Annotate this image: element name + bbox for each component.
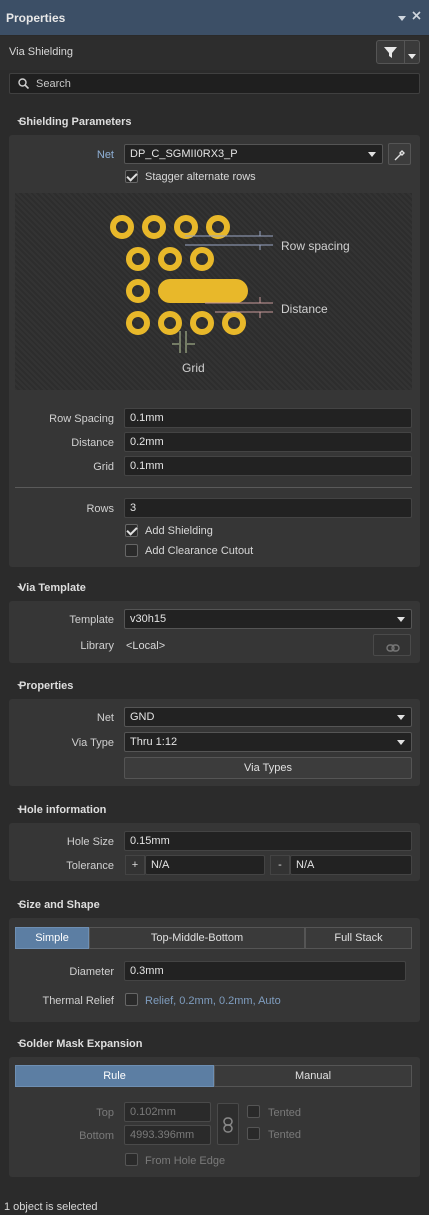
shielding-diagram: Row spacing Distance Grid bbox=[15, 193, 412, 390]
chain-link-icon bbox=[223, 1117, 233, 1136]
template-label: Template bbox=[69, 614, 114, 626]
tented-top-checkbox bbox=[247, 1105, 260, 1118]
dropdown-icon[interactable] bbox=[398, 13, 406, 25]
grid-caption: Grid bbox=[182, 361, 205, 375]
minus-tolerance-prefix: - bbox=[270, 855, 290, 875]
stagger-checkbox[interactable] bbox=[125, 170, 138, 183]
from-hole-edge-label: From Hole Edge bbox=[145, 1155, 226, 1167]
net-dropdown[interactable]: DP_C_SGMII0RX3_P bbox=[124, 144, 383, 164]
title-bar: Properties bbox=[0, 0, 429, 36]
distance-field[interactable]: 0.2mm bbox=[124, 432, 412, 452]
template-dropdown[interactable]: v30h15 bbox=[124, 609, 412, 629]
section-hole-information[interactable]: Hole information bbox=[16, 804, 106, 816]
section-size-and-shape[interactable]: Size and Shape bbox=[17, 899, 100, 911]
tolerance-plus-field[interactable]: N/A bbox=[145, 855, 265, 875]
section-shielding-parameters[interactable]: Shielding Parameters bbox=[17, 116, 132, 128]
via-type-label: Via Type bbox=[71, 737, 114, 749]
tented-top-label: Tented bbox=[268, 1107, 302, 1119]
rows-field[interactable]: 3 bbox=[124, 498, 412, 518]
grid-field[interactable]: 0.1mm bbox=[124, 456, 412, 476]
object-type-label: Via Shielding bbox=[9, 46, 74, 58]
tab-simple[interactable]: Simple bbox=[15, 927, 89, 949]
filter-icon bbox=[384, 46, 397, 62]
thermal-relief-checkbox[interactable] bbox=[125, 993, 138, 1006]
tented-bottom-label: Tented bbox=[268, 1129, 302, 1141]
diameter-label: Diameter bbox=[69, 966, 114, 978]
library-label: Library bbox=[80, 640, 114, 652]
diagram-graphic bbox=[110, 215, 273, 353]
link-icon bbox=[386, 640, 400, 660]
eyedropper-icon bbox=[394, 148, 406, 168]
filter-button[interactable] bbox=[376, 40, 420, 64]
link-top-bottom-button bbox=[217, 1103, 239, 1145]
hole-size-field[interactable]: 0.15mm bbox=[124, 831, 412, 851]
distance-caption: Distance bbox=[281, 302, 328, 316]
via-type-dropdown[interactable]: Thru 1:12 bbox=[124, 732, 412, 752]
row-spacing-caption: Row spacing bbox=[281, 239, 350, 253]
section-via-template[interactable]: Via Template bbox=[17, 582, 86, 594]
via-types-button[interactable]: Via Types bbox=[124, 757, 412, 779]
search-input[interactable]: Search bbox=[9, 73, 420, 94]
section-properties[interactable]: Properties bbox=[16, 680, 73, 692]
add-clearance-label: Add Clearance Cutout bbox=[145, 545, 254, 557]
grid-label: Grid bbox=[93, 461, 114, 473]
thermal-relief-label: Thermal Relief bbox=[42, 995, 114, 1007]
plus-tolerance-prefix: + bbox=[125, 855, 145, 875]
top-label: Top bbox=[96, 1107, 114, 1119]
search-placeholder: Search bbox=[36, 78, 71, 90]
via-net-label: Net bbox=[96, 712, 114, 724]
divider bbox=[15, 487, 412, 488]
search-icon bbox=[18, 78, 30, 92]
tab-top-middle-bottom[interactable]: Top-Middle-Bottom bbox=[89, 927, 305, 949]
row-spacing-field[interactable]: 0.1mm bbox=[124, 408, 412, 428]
diameter-field[interactable]: 0.3mm bbox=[124, 961, 406, 981]
link-button[interactable] bbox=[373, 634, 411, 656]
via-net-dropdown[interactable]: GND bbox=[124, 707, 412, 727]
distance-label: Distance bbox=[71, 437, 114, 449]
net-label: Net bbox=[96, 149, 114, 161]
add-shielding-checkbox[interactable] bbox=[125, 524, 138, 537]
tented-bottom-checkbox bbox=[247, 1127, 260, 1140]
bottom-label: Bottom bbox=[79, 1130, 114, 1142]
add-shielding-label: Add Shielding bbox=[145, 525, 213, 537]
tab-manual[interactable]: Manual bbox=[214, 1065, 412, 1087]
add-clearance-checkbox[interactable] bbox=[125, 544, 138, 557]
object-type-row: Via Shielding bbox=[0, 36, 429, 70]
row-spacing-label: Row Spacing bbox=[49, 413, 114, 425]
bottom-expansion-field: 4993.396mm bbox=[124, 1125, 211, 1145]
tab-full-stack[interactable]: Full Stack bbox=[305, 927, 412, 949]
rows-label: Rows bbox=[86, 503, 114, 515]
close-icon[interactable] bbox=[412, 11, 421, 23]
section-solder-mask-expansion[interactable]: Solder Mask Expansion bbox=[16, 1038, 142, 1050]
library-value: <Local> bbox=[126, 640, 166, 652]
status-bar-text: 1 object is selected bbox=[4, 1201, 98, 1213]
pick-net-button[interactable] bbox=[388, 143, 411, 165]
thermal-relief-value: Relief, 0.2mm, 0.2mm, Auto bbox=[145, 995, 281, 1007]
tolerance-minus-field[interactable]: N/A bbox=[290, 855, 412, 875]
stagger-label: Stagger alternate rows bbox=[145, 171, 256, 183]
tolerance-label: Tolerance bbox=[66, 860, 114, 872]
top-expansion-field: 0.102mm bbox=[124, 1102, 211, 1122]
from-hole-edge-checkbox bbox=[125, 1153, 138, 1166]
chevron-down-icon bbox=[408, 50, 416, 62]
tab-rule[interactable]: Rule bbox=[15, 1065, 214, 1087]
panel-title: Properties bbox=[6, 11, 66, 25]
hole-size-label: Hole Size bbox=[66, 836, 114, 848]
